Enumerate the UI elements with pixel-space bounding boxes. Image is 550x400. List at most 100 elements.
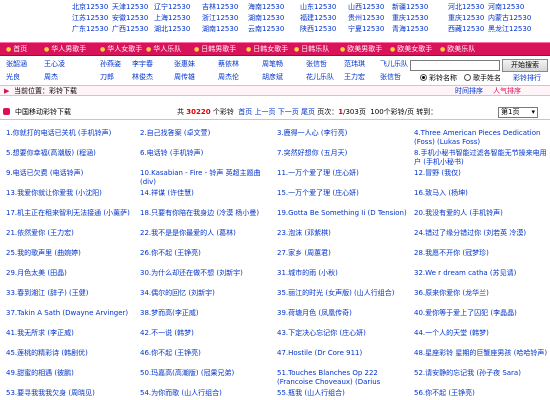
- radio-unchecked-icon[interactable]: [464, 74, 471, 81]
- region-link[interactable]: 海南12530: [248, 2, 300, 13]
- region-link[interactable]: 湖南12530: [248, 13, 300, 24]
- singer-link[interactable]: 周杰伦: [218, 71, 239, 83]
- song-item[interactable]: 48.星座彩铃 星期的巨蟹座男孩 (哈哈铃声): [414, 349, 548, 358]
- song-item[interactable]: 16.致马入 (杨坤): [414, 189, 548, 198]
- song-item[interactable]: 25.我的歌声里 (曲婉婷): [6, 249, 136, 258]
- region-link[interactable]: 湖南12530: [202, 24, 254, 35]
- region-link[interactable]: 青海12530: [392, 24, 444, 35]
- nav-item[interactable]: 首页: [6, 43, 27, 56]
- song-item[interactable]: 10.Kasabian - Fire - 铃声 英超主题曲 (div): [140, 169, 274, 187]
- radio-singer-name[interactable]: 歌手姓名: [464, 73, 501, 84]
- song-item[interactable]: 53.要寻我我我欠身 (周晓见): [6, 389, 136, 398]
- song-item[interactable]: 33.春到湘江 (辞子) (王健): [6, 289, 136, 298]
- sort-by-popularity-link[interactable]: 人气排序: [493, 86, 521, 96]
- song-item[interactable]: 23.泡沫 (邓紫棋): [277, 229, 411, 238]
- sort-by-time-link[interactable]: 时间排序: [455, 86, 483, 96]
- song-item[interactable]: 19.Gotta Be Something Ii (D Tension): [277, 209, 411, 218]
- region-link[interactable]: 辽宁12530: [154, 2, 206, 13]
- region-link[interactable]: 浙江12530: [202, 13, 254, 24]
- song-item[interactable]: 9.电话已欠费 (电话铃声): [6, 169, 136, 178]
- region-link[interactable]: 重庆12530: [392, 13, 444, 24]
- song-item[interactable]: 11.一万个爱了理 (庄心妍): [277, 169, 411, 178]
- song-item[interactable]: 13.我爱你就让你爱我 (小沈阳): [6, 189, 136, 198]
- singer-link[interactable]: 光良: [6, 71, 20, 83]
- song-item[interactable]: 1.你就打的电话已关机 (手机铃声): [6, 129, 136, 138]
- song-item[interactable]: 31.城市的雨 (小秋): [277, 269, 411, 278]
- song-item[interactable]: 36.原来你爱你 (龙华兰): [414, 289, 548, 298]
- singer-link[interactable]: 花儿乐队: [306, 71, 334, 83]
- song-item[interactable]: 50.玛嘉高(高潮版) (冠果兄弟): [140, 369, 274, 378]
- song-item[interactable]: 18.只要有你陪在我身边 (冷漠 杨小曼): [140, 209, 274, 218]
- region-link[interactable]: 陕西12530: [300, 24, 352, 35]
- region-link[interactable]: 云南12530: [248, 24, 300, 35]
- song-item[interactable]: 4.Three American Pieces Dedication (Foss…: [414, 129, 548, 147]
- singer-link[interactable]: 孙燕姿: [100, 58, 121, 70]
- nav-item[interactable]: 华人乐队: [146, 43, 181, 56]
- song-item[interactable]: 20.我没有爱的人 (手机铃声): [414, 209, 548, 218]
- pager-first-link[interactable]: 首页: [238, 108, 252, 116]
- song-item[interactable]: 17.机主正在租来智利无法接通 (小薰萨): [6, 209, 136, 218]
- song-item[interactable]: 15.一万个爱了理 (庄心妍): [277, 189, 411, 198]
- song-item[interactable]: 43.下定决心忘记你 (庄心妍): [277, 329, 411, 338]
- singer-link[interactable]: 张信哲: [380, 71, 401, 83]
- singer-link[interactable]: 飞儿乐队: [380, 58, 408, 70]
- singer-link[interactable]: 张韶涵: [6, 58, 27, 70]
- song-item[interactable]: 40.爱你等于爱上了囚犯 (李晶晶): [414, 309, 548, 318]
- page-select[interactable]: 第1页: [498, 107, 538, 118]
- song-item[interactable]: 38.梦而高(李正威): [140, 309, 274, 318]
- pager-next-link[interactable]: 下一页: [278, 108, 299, 116]
- song-item[interactable]: 32.We r dream catha (苏见请): [414, 269, 548, 278]
- singer-link[interactable]: 周传雄: [174, 71, 195, 83]
- song-item[interactable]: 6.电话铃 (手机铃声): [140, 149, 274, 158]
- song-item[interactable]: 46.你不起 (王铮亮): [140, 349, 274, 358]
- song-item[interactable]: 49.甜蜜的相遇 (彼鹏): [6, 369, 136, 378]
- singer-link[interactable]: 蔡依林: [218, 58, 239, 70]
- song-item[interactable]: 22.我不是是你最爱的人 (葛林): [140, 229, 274, 238]
- region-link[interactable]: 河南12530: [488, 2, 540, 13]
- nav-item[interactable]: 欧美乐队: [440, 43, 475, 56]
- song-item[interactable]: 54.为你而歌 (山人行组合): [140, 389, 274, 398]
- song-item[interactable]: 2.自己找答案 (卓文萱): [140, 129, 274, 138]
- nav-item[interactable]: 日韩女歌手: [246, 43, 288, 56]
- song-item[interactable]: 12.冒野 (我仅): [414, 169, 548, 178]
- nav-item[interactable]: 欧美男歌手: [340, 43, 382, 56]
- region-link[interactable]: 福建12530: [300, 13, 352, 24]
- singer-link[interactable]: 周笔畅: [262, 58, 283, 70]
- singer-link[interactable]: 范玮琪: [344, 58, 365, 70]
- nav-item[interactable]: 华人男歌手: [44, 43, 86, 56]
- pager-last-link[interactable]: 尾页: [301, 108, 315, 116]
- song-item[interactable]: 7.突然好想你 (五月天): [277, 149, 411, 158]
- song-item[interactable]: 37.Takin A Sath (Dwayne Arvinger): [6, 309, 136, 318]
- song-item[interactable]: 55.瓶我 (山人行组合): [277, 389, 411, 398]
- song-item[interactable]: 26.你不起 (王铮亮): [140, 249, 274, 258]
- song-item[interactable]: 52.请安静的忘记我 (孙子夜 Sara): [414, 369, 548, 378]
- singer-link[interactable]: 王力宏: [344, 71, 365, 83]
- singer-link[interactable]: 王心凌: [44, 58, 65, 70]
- pager-prev-link[interactable]: 上一页: [255, 108, 276, 116]
- song-item[interactable]: 5.想要你幸福(高潮版) (程涵): [6, 149, 136, 158]
- song-item[interactable]: 30.为什么却还在做不想 (刘新宇): [140, 269, 274, 278]
- nav-item[interactable]: 日韩男歌手: [194, 43, 236, 56]
- song-item[interactable]: 56.你不起 (王铮亮): [414, 389, 548, 398]
- region-link[interactable]: 内蒙古12530: [488, 13, 540, 24]
- radio-checked-icon[interactable]: [420, 74, 427, 81]
- song-item[interactable]: 14.祥谋 (许佳慧): [140, 189, 274, 198]
- region-link[interactable]: 吉林12530: [202, 2, 254, 13]
- song-item[interactable]: 21.依然爱你 (王力宏): [6, 229, 136, 238]
- nav-item[interactable]: 日韩乐队: [294, 43, 329, 56]
- song-item[interactable]: 29.月色太美 (田晶): [6, 269, 136, 278]
- region-link[interactable]: 山东12530: [300, 2, 352, 13]
- song-item[interactable]: 27.家乡 (周蕙君): [277, 249, 411, 258]
- song-item[interactable]: 51.Touches Blanches Op 222 (Francoise Ch…: [277, 369, 411, 387]
- song-item[interactable]: 41.我无所求 (李正威): [6, 329, 136, 338]
- radio-ringtone-name[interactable]: 彩铃名称: [420, 73, 457, 84]
- singer-link[interactable]: 张信哲: [306, 58, 327, 70]
- region-link[interactable]: 湖北12530: [154, 24, 206, 35]
- singer-link[interactable]: 张惠妹: [174, 58, 195, 70]
- singer-link[interactable]: 周杰: [44, 71, 58, 83]
- search-button[interactable]: 开始搜索: [502, 59, 548, 72]
- song-item[interactable]: 45.莲桃的精彩诗 (韩剧优): [6, 349, 136, 358]
- song-item[interactable]: 34.偶尔的回忆 (刘新宇): [140, 289, 274, 298]
- song-item[interactable]: 35.丽江的时光 (女声版) (山人行组合): [277, 289, 411, 298]
- song-item[interactable]: 44.一个人的天堂 (韩梦): [414, 329, 548, 338]
